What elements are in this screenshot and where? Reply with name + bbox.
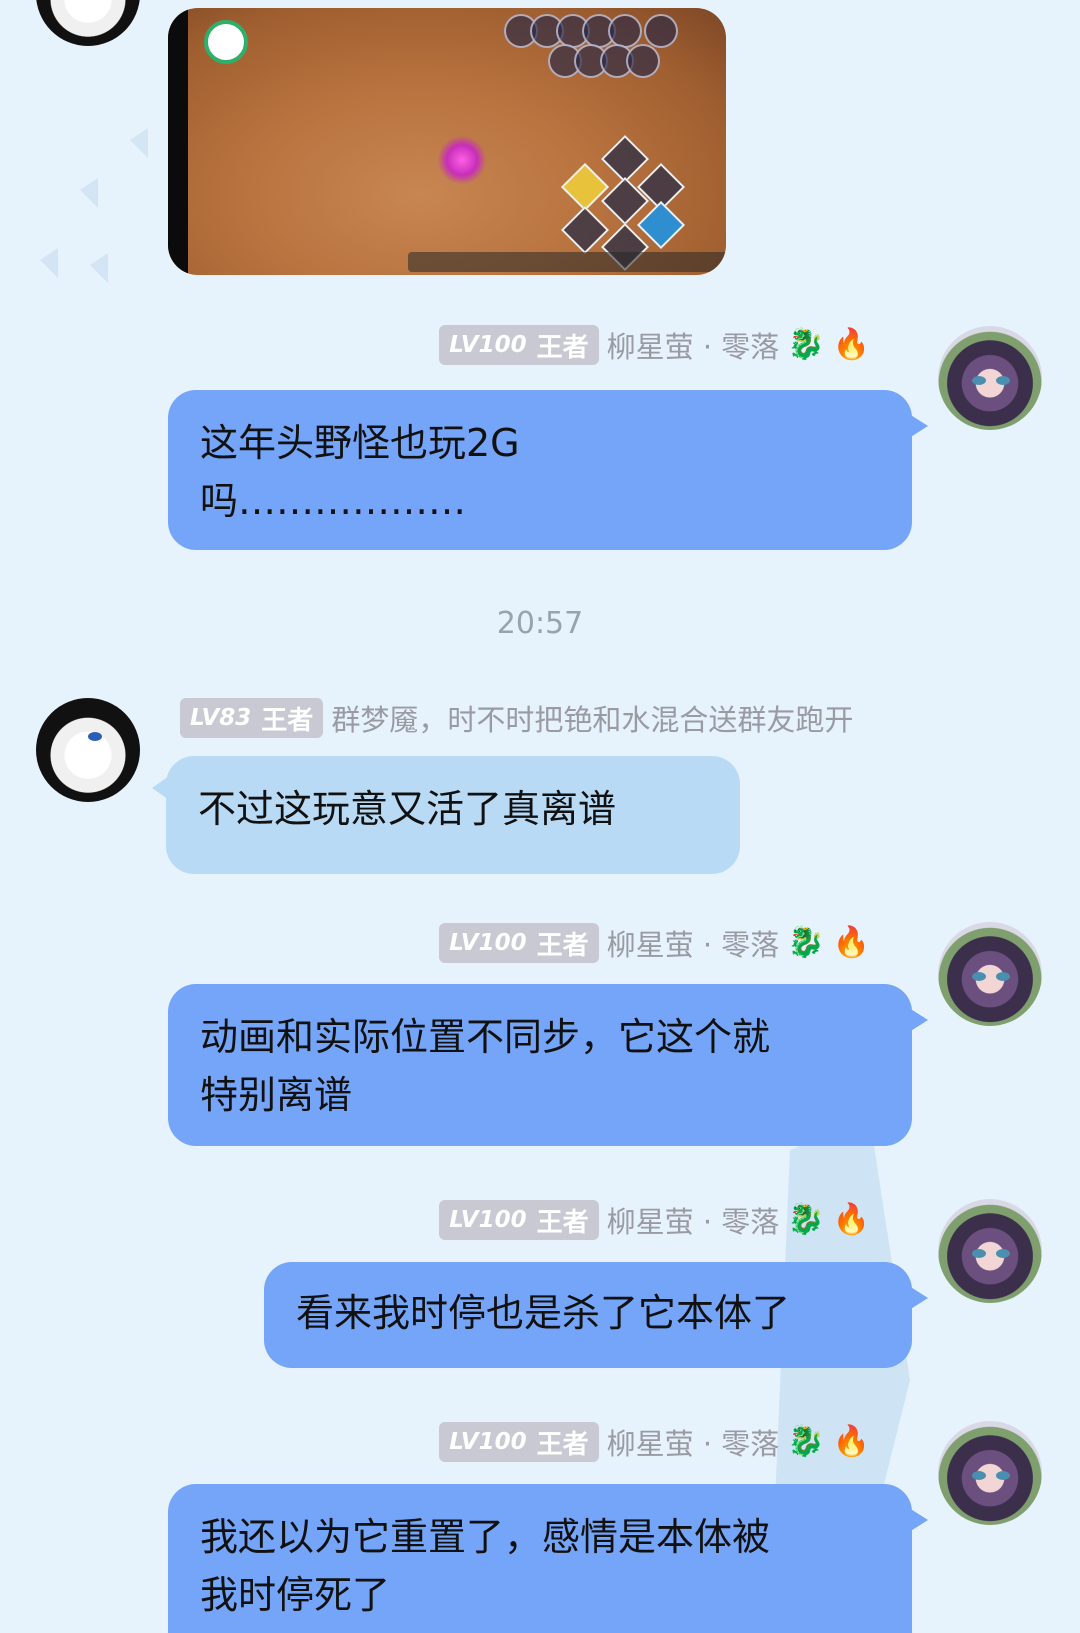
message-line: 看来我时停也是杀了它本体了 [296, 1291, 791, 1335]
message-bubble[interactable]: 看来我时停也是杀了它本体了 [264, 1262, 928, 1368]
dragon-icon: 🐉 [787, 327, 825, 362]
fire-icon: 🔥 [832, 925, 870, 960]
sender-meta: LV100 王者 柳星萤 · 零落 🐉 🔥 [439, 922, 870, 964]
sender-name[interactable]: 柳星萤 · 零落 [607, 1199, 780, 1241]
sender-meta: LV100 王者 柳星萤 · 零落 🐉 🔥 [439, 324, 870, 366]
message-line: 特别离谱 [200, 1073, 353, 1117]
eye-right-icon [996, 1249, 1010, 1258]
sender-meta: LV100 王者 柳星萤 · 零落 🐉 🔥 [439, 1199, 870, 1241]
game-chat-bar [408, 252, 726, 272]
sender-name[interactable]: 群梦魇，时不时把铯和水混合送群友跑开 [331, 697, 853, 739]
message-line: 我时停死了 [200, 1573, 391, 1617]
minimap-icon [204, 20, 248, 64]
message-bubble[interactable]: 不过这玩意又活了真离谱 [152, 756, 740, 874]
eye-left-icon [972, 1471, 986, 1480]
self-avatar[interactable] [938, 1421, 1042, 1525]
timestamp: 20:57 [496, 606, 584, 641]
hud-button-icon [626, 44, 660, 78]
dragon-icon: 🐉 [787, 1202, 825, 1237]
other-avatar[interactable] [36, 698, 140, 802]
level-badge: LV100 王者 [439, 923, 599, 963]
sender-name[interactable]: 柳星萤 · 零落 [607, 1421, 780, 1463]
eye-icon [88, 732, 102, 741]
title-text: 王者 [261, 705, 314, 736]
level-badge: LV100 王者 [439, 325, 599, 365]
skill-button-icon [600, 134, 650, 184]
dragon-icon: 🐉 [787, 925, 825, 960]
eye-left-icon [972, 972, 986, 981]
level-text: LV100 [449, 930, 527, 956]
hud-button-icon [608, 14, 642, 48]
level-badge: LV100 王者 [439, 1200, 599, 1240]
dragon-icon: 🐉 [787, 1424, 825, 1459]
eye-right-icon [996, 1471, 1010, 1480]
level-text: LV100 [449, 332, 527, 358]
message-bubble[interactable]: 动画和实际位置不同步，它这个就 特别离谱 [168, 984, 928, 1146]
message-line: 吗……………… [200, 479, 467, 523]
player-character [438, 136, 486, 184]
skill-button-icon [560, 162, 610, 212]
user-avatar-top[interactable] [36, 0, 140, 46]
title-text: 王者 [536, 1429, 589, 1460]
message-bubble[interactable]: 我还以为它重置了，感情是本体被 我时停死了 [168, 1484, 928, 1633]
eye-left-icon [972, 1249, 986, 1258]
fire-icon: 🔥 [832, 327, 870, 362]
title-text: 王者 [536, 332, 589, 363]
sender-name[interactable]: 柳星萤 · 零落 [607, 324, 780, 366]
message-bubble[interactable]: 这年头野怪也玩2G 吗……………… [168, 390, 928, 550]
fire-icon: 🔥 [832, 1202, 870, 1237]
fire-icon: 🔥 [832, 1424, 870, 1459]
self-avatar[interactable] [938, 326, 1042, 430]
title-text: 王者 [536, 1207, 589, 1238]
sender-name[interactable]: 柳星萤 · 零落 [607, 922, 780, 964]
self-avatar[interactable] [938, 922, 1042, 1026]
message-line: 我还以为它重置了，感情是本体被 [200, 1515, 771, 1559]
game-screenshot-image[interactable] [168, 8, 726, 275]
self-avatar[interactable] [938, 1199, 1042, 1303]
message-line: 这年头野怪也玩2G [200, 421, 520, 465]
level-text: LV100 [449, 1429, 527, 1455]
level-text: LV83 [190, 705, 252, 731]
title-text: 王者 [536, 930, 589, 961]
screenshot-edge [168, 8, 188, 275]
message-line: 不过这玩意又活了真离谱 [198, 787, 617, 831]
message-line: 动画和实际位置不同步，它这个就 [200, 1015, 771, 1059]
level-text: LV100 [449, 1207, 527, 1233]
eye-left-icon [972, 376, 986, 385]
eye-right-icon [996, 972, 1010, 981]
level-badge: LV100 王者 [439, 1422, 599, 1462]
sender-meta: LV83 王者 群梦魇，时不时把铯和水混合送群友跑开 [180, 697, 853, 739]
sender-meta: LV100 王者 柳星萤 · 零落 🐉 🔥 [439, 1421, 870, 1463]
hud-button-icon [644, 14, 678, 48]
eye-right-icon [996, 376, 1010, 385]
level-badge: LV83 王者 [180, 698, 324, 738]
